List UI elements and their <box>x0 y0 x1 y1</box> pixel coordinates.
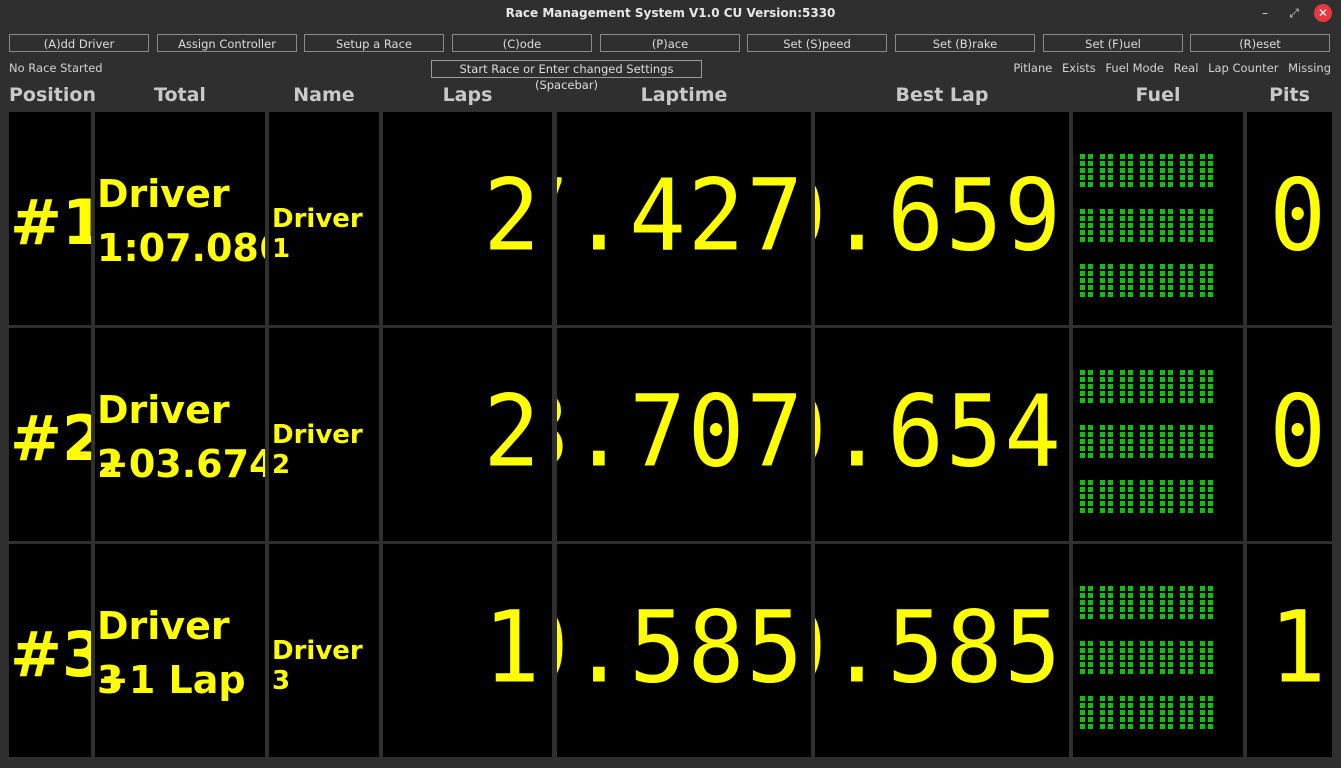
table-row-1-name: Driver 1 <box>269 112 379 325</box>
pits-value: 0 <box>1269 159 1328 274</box>
minimize-icon[interactable]: – <box>1256 4 1274 22</box>
fuel-gauge <box>1080 586 1213 751</box>
table-row-1-best-lap: 09.659 <box>815 112 1069 325</box>
legend-exists: Exists <box>1062 61 1096 75</box>
table-row-3-fuel <box>1073 544 1243 757</box>
title-bar: Race Management System V1.0 CU Version:5… <box>0 0 1341 28</box>
reset-button[interactable]: (R)eset <box>1190 34 1330 52</box>
fuel-led-block <box>1080 209 1213 242</box>
start-race-button[interactable]: Start Race or Enter changed Settings (Sp… <box>431 60 702 92</box>
header-name: Name <box>293 84 355 106</box>
set-brake-button[interactable]: Set (B)rake <box>895 34 1035 52</box>
table-row-2-pits: 0 <box>1247 328 1332 541</box>
fuel-led-block <box>1080 586 1213 619</box>
laps-value: 1 <box>483 591 542 706</box>
laptime-value: 57.427 <box>557 159 805 274</box>
table-row-1-pits: 0 <box>1247 112 1332 325</box>
pits-value: 1 <box>1269 591 1328 706</box>
table-row-2-laps: 2 <box>383 328 552 541</box>
window-title: Race Management System V1.0 CU Version:5… <box>505 6 836 20</box>
maximize-icon[interactable]: ⤢ <box>1285 4 1303 22</box>
pits-value: 0 <box>1269 375 1328 490</box>
add-driver-button[interactable]: (A)dd Driver <box>9 34 149 52</box>
table-row-1-fuel <box>1073 112 1243 325</box>
best-lap-value: 09.659 <box>815 159 1063 274</box>
toolbar: (A)dd Driver Assign Controller Setup a R… <box>0 34 1341 54</box>
column-header: Position Total Name Laps Laptime Best La… <box>0 84 1341 110</box>
header-laptime: Laptime <box>640 84 728 106</box>
position-label: #3 <box>10 618 91 691</box>
driver-name: Driver 1 <box>272 204 363 264</box>
legend-lap-counter: Lap Counter <box>1208 61 1279 75</box>
legend-missing: Missing <box>1288 61 1331 75</box>
race-status: No Race Started <box>9 61 103 75</box>
header-total: Total <box>154 84 206 106</box>
header-laps: Laps <box>442 84 493 106</box>
fuel-led-block <box>1080 154 1213 187</box>
header-pits: Pits <box>1269 84 1310 106</box>
table-row-2-name: Driver 2 <box>269 328 379 541</box>
set-speed-button[interactable]: Set (S)peed <box>747 34 887 52</box>
fuel-led-block <box>1080 425 1213 458</box>
total-time: +03.674s <box>97 442 265 486</box>
legend-pitlane: Pitlane <box>1013 61 1053 75</box>
fuel-led-block <box>1080 641 1213 674</box>
table-row-1-laptime: 57.427 <box>557 112 811 325</box>
table-row-2-total: Driver 2 +03.674s <box>95 328 265 541</box>
table-row-3-laps: 1 <box>383 544 552 757</box>
total-time: +1 Lap <box>97 658 246 702</box>
table-row-1-laps: 2 <box>383 112 552 325</box>
position-label: #1 <box>10 186 91 259</box>
table-row-3-position: #3 <box>9 544 91 757</box>
set-fuel-button[interactable]: Set (F)uel <box>1043 34 1183 52</box>
table-row-2-best-lap: 10.654 <box>815 328 1069 541</box>
close-icon[interactable]: ✕ <box>1314 4 1332 22</box>
table-row-2-fuel <box>1073 328 1243 541</box>
pace-button[interactable]: (P)ace <box>600 34 740 52</box>
position-label: #2 <box>10 402 91 475</box>
table-row-3-name: Driver 3 <box>269 544 379 757</box>
code-button[interactable]: (C)ode <box>452 34 592 52</box>
fuel-led-block <box>1080 370 1213 403</box>
header-best-lap: Best Lap <box>895 84 989 106</box>
driver-name: Driver 3 <box>272 636 363 696</box>
setup-race-button[interactable]: Setup a Race <box>304 34 444 52</box>
fuel-led-block <box>1080 264 1213 297</box>
table-row-2-position: #2 <box>9 328 91 541</box>
laptime-value: 10.585 <box>557 591 805 706</box>
table-row-3-best-lap: 10.585 <box>815 544 1069 757</box>
table-row-3-total: Driver 3 +1 Lap <box>95 544 265 757</box>
header-position: Position <box>9 84 96 106</box>
legend-real: Real <box>1173 61 1199 75</box>
table-row-1-position: #1 <box>9 112 91 325</box>
fuel-gauge <box>1080 154 1213 319</box>
laptime-value: 58.707 <box>557 375 805 490</box>
laps-value: 2 <box>483 375 542 490</box>
status-row: No Race Started Start Race or Enter chan… <box>0 60 1341 92</box>
fuel-led-block <box>1080 696 1213 729</box>
assign-controller-button[interactable]: Assign Controller <box>157 34 297 52</box>
table-row-3-pits: 1 <box>1247 544 1332 757</box>
laps-value: 2 <box>483 159 542 274</box>
driver-name: Driver 2 <box>272 420 363 480</box>
table-row-3-laptime: 10.585 <box>557 544 811 757</box>
fuel-led-block <box>1080 480 1213 513</box>
header-fuel: Fuel <box>1135 84 1181 106</box>
status-legend: Pitlane Exists Fuel Mode Real Lap Counte… <box>1007 61 1331 75</box>
table-row-2-laptime: 58.707 <box>557 328 811 541</box>
fuel-gauge <box>1080 370 1213 535</box>
best-lap-value: 10.654 <box>815 375 1063 490</box>
table-row-1-total: Driver 1 1:07.086 <box>95 112 265 325</box>
total-time: 1:07.086 <box>97 226 265 270</box>
legend-fuel-mode: Fuel Mode <box>1105 61 1164 75</box>
best-lap-value: 10.585 <box>815 591 1063 706</box>
